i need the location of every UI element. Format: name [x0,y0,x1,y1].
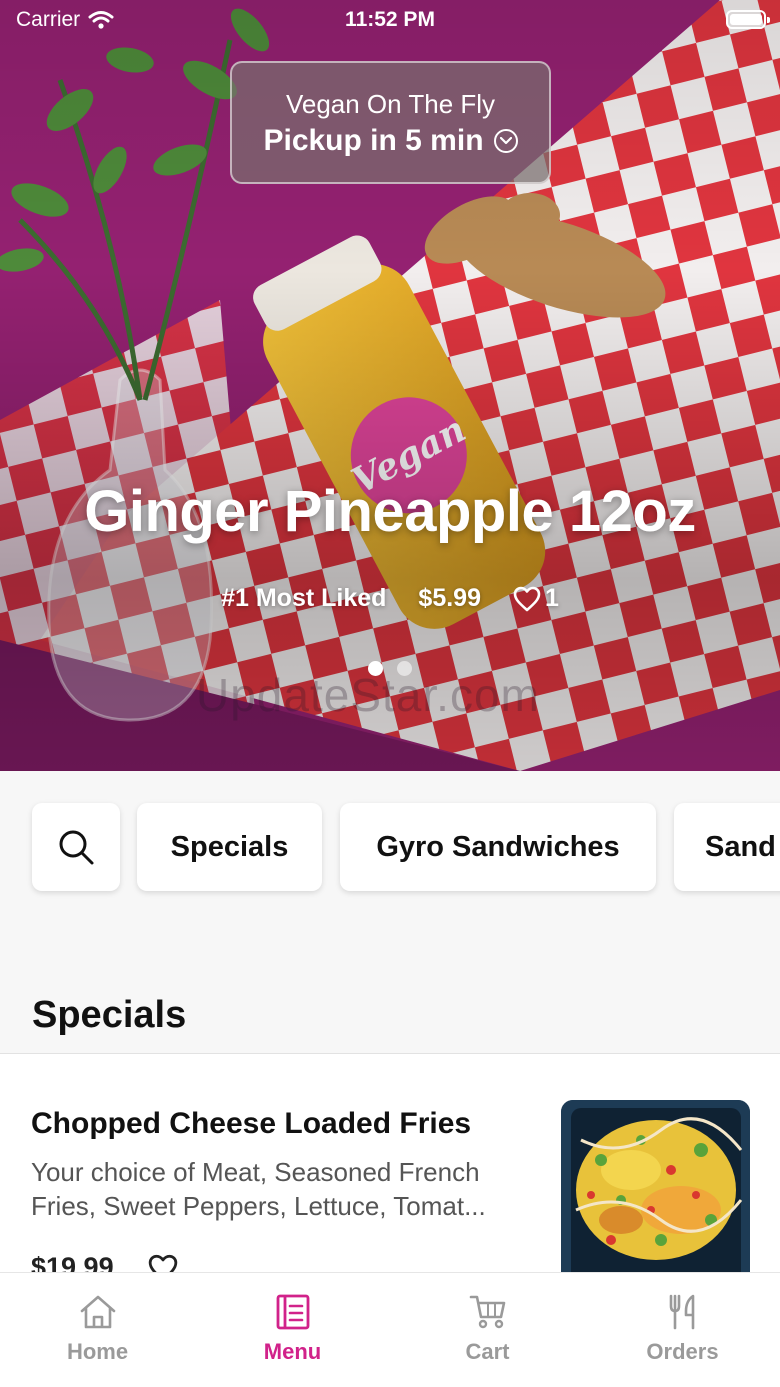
menu-item[interactable]: Chopped Cheese Loaded Fries Your choice … [0,1054,780,1300]
featured-title: Ginger Pineapple 12oz [84,479,696,544]
category-bar: Specials Gyro Sandwiches Sand [0,771,780,921]
tab-label: Cart [465,1339,510,1364]
status-time: 11:52 PM [345,8,435,31]
menu-icon [276,1294,309,1330]
featured-price: $5.99 [418,584,481,612]
chevron-down-icon [493,129,518,153]
status-bar: Carrier 11:52 PM [0,0,780,40]
tab-cart[interactable]: Cart [390,1273,585,1387]
tab-bar: Home Menu Cart Orders [0,1272,780,1387]
featured-like-count: 1 [544,584,559,612]
pickup-eta: Pickup in 5 min [263,124,484,157]
tab-home[interactable]: Home [0,1273,195,1387]
featured-meta: #1 Most Liked $5.99 1 [0,584,780,613]
tab-menu[interactable]: Menu [195,1273,390,1387]
category-chip-specials[interactable]: Specials [137,803,322,891]
featured-badge: #1 Most Liked [221,584,387,612]
search-button[interactable] [32,803,120,891]
carousel-dots[interactable] [0,661,780,676]
menu-item-image [561,1100,750,1300]
category-chip-gyro-sandwiches[interactable]: Gyro Sandwiches [340,803,656,891]
heart-icon [513,586,541,611]
featured-likes[interactable]: 1 [513,584,559,613]
menu-item-description: Your choice of Meat, Seasoned French Fri… [31,1157,486,1221]
app-screen: Vegan Carrier [0,0,780,1387]
pickup-selector[interactable]: Vegan On The Fly Pickup in 5 min [230,61,551,184]
cart-icon [469,1295,505,1329]
restaurant-name: Vegan On The Fly [285,89,496,119]
home-icon [80,1295,115,1329]
hero-banner[interactable]: Vegan Carrier [0,0,780,771]
battery-icon [726,10,770,29]
tab-label: Orders [646,1339,719,1364]
tab-label: Menu [263,1339,322,1364]
carousel-dot[interactable] [368,661,383,676]
search-icon [59,830,94,865]
utensils-icon [669,1294,694,1330]
section-title: Specials [32,994,187,1036]
tab-label: Home [66,1339,129,1364]
carousel-dot[interactable] [397,661,412,676]
watermark: UpdateStar.com [196,669,540,721]
category-chip-sandwiches[interactable]: Sand [674,803,780,891]
tab-orders[interactable]: Orders [585,1273,780,1387]
menu-item-name: Chopped Cheese Loaded Fries [31,1107,472,1140]
